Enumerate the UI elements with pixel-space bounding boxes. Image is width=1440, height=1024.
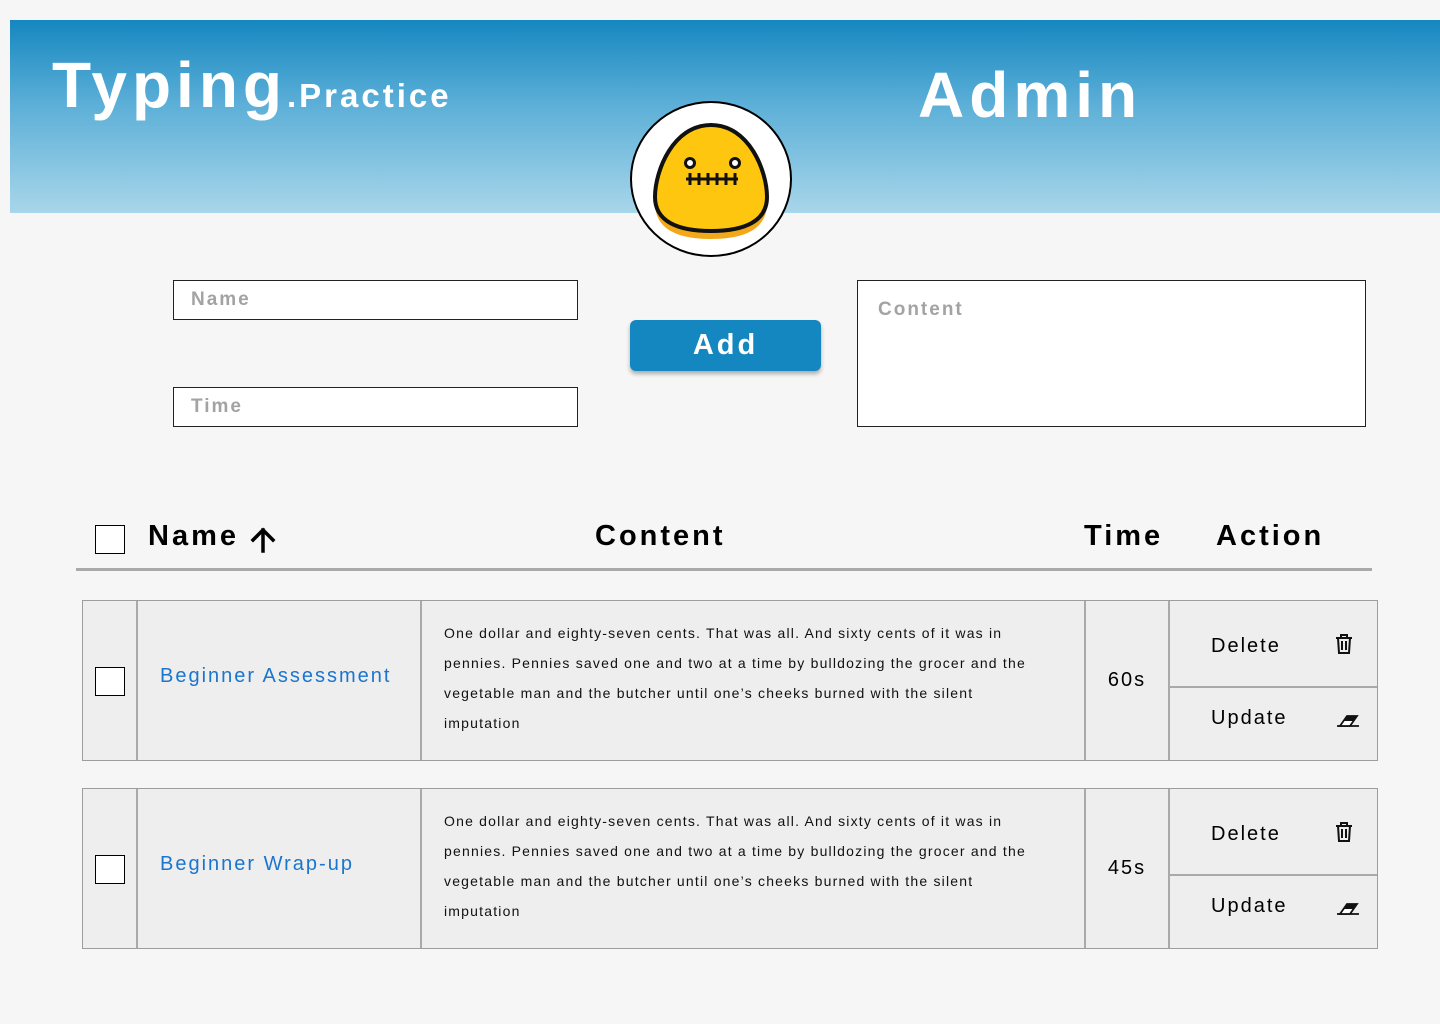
delete-button[interactable]: Delete [1170, 799, 1377, 874]
trash-icon [1336, 634, 1352, 654]
row-checkbox[interactable] [95, 855, 125, 884]
cell-divider [420, 789, 422, 948]
row-time: 60s [1107, 669, 1147, 691]
time-input[interactable] [173, 387, 578, 427]
eraser-icon [1337, 715, 1359, 727]
content-textarea[interactable] [857, 280, 1366, 427]
column-header-time: Time [1084, 520, 1164, 552]
trash-icon [1336, 822, 1352, 842]
cell-divider [136, 789, 138, 948]
avatar[interactable] [630, 101, 792, 257]
add-button[interactable]: Add [630, 320, 821, 371]
app-logo[interactable]: Typing.Practice [52, 48, 452, 122]
page-title: Admin [918, 59, 1143, 131]
delete-label: Delete [1211, 635, 1281, 657]
column-header-action: Action [1216, 520, 1325, 552]
table-row: Beginner Wrap-up One dollar and eighty-s… [82, 788, 1378, 949]
header-divider [76, 568, 1372, 571]
column-header-content: Content [595, 520, 726, 552]
delete-label: Delete [1211, 823, 1281, 845]
row-name-link[interactable]: Beginner Assessment [160, 665, 391, 688]
select-all-checkbox[interactable] [95, 525, 125, 554]
row-content-text: One dollar and eighty-seven cents. That … [444, 813, 1026, 919]
update-button[interactable]: Update [1170, 876, 1377, 951]
eraser-icon [1337, 903, 1359, 915]
logo-sub-text: .Practice [287, 77, 452, 114]
cell-divider [136, 601, 138, 760]
column-header-name[interactable]: Name [148, 520, 239, 553]
table-row: Beginner Assessment One dollar and eight… [82, 600, 1378, 761]
row-name-link[interactable]: Beginner Wrap-up [160, 853, 354, 876]
update-label: Update [1211, 707, 1288, 729]
logo-main-text: Typing [52, 49, 287, 121]
delete-button[interactable]: Delete [1170, 611, 1377, 686]
row-time: 45s [1107, 857, 1147, 879]
update-button[interactable]: Update [1170, 688, 1377, 763]
name-input[interactable] [173, 280, 578, 320]
cell-divider [420, 601, 422, 760]
yellow-blob-face-icon [652, 122, 770, 239]
row-checkbox[interactable] [95, 667, 125, 696]
arrow-up-icon[interactable] [250, 527, 276, 553]
row-content-text: One dollar and eighty-seven cents. That … [444, 625, 1026, 731]
update-label: Update [1211, 895, 1288, 917]
